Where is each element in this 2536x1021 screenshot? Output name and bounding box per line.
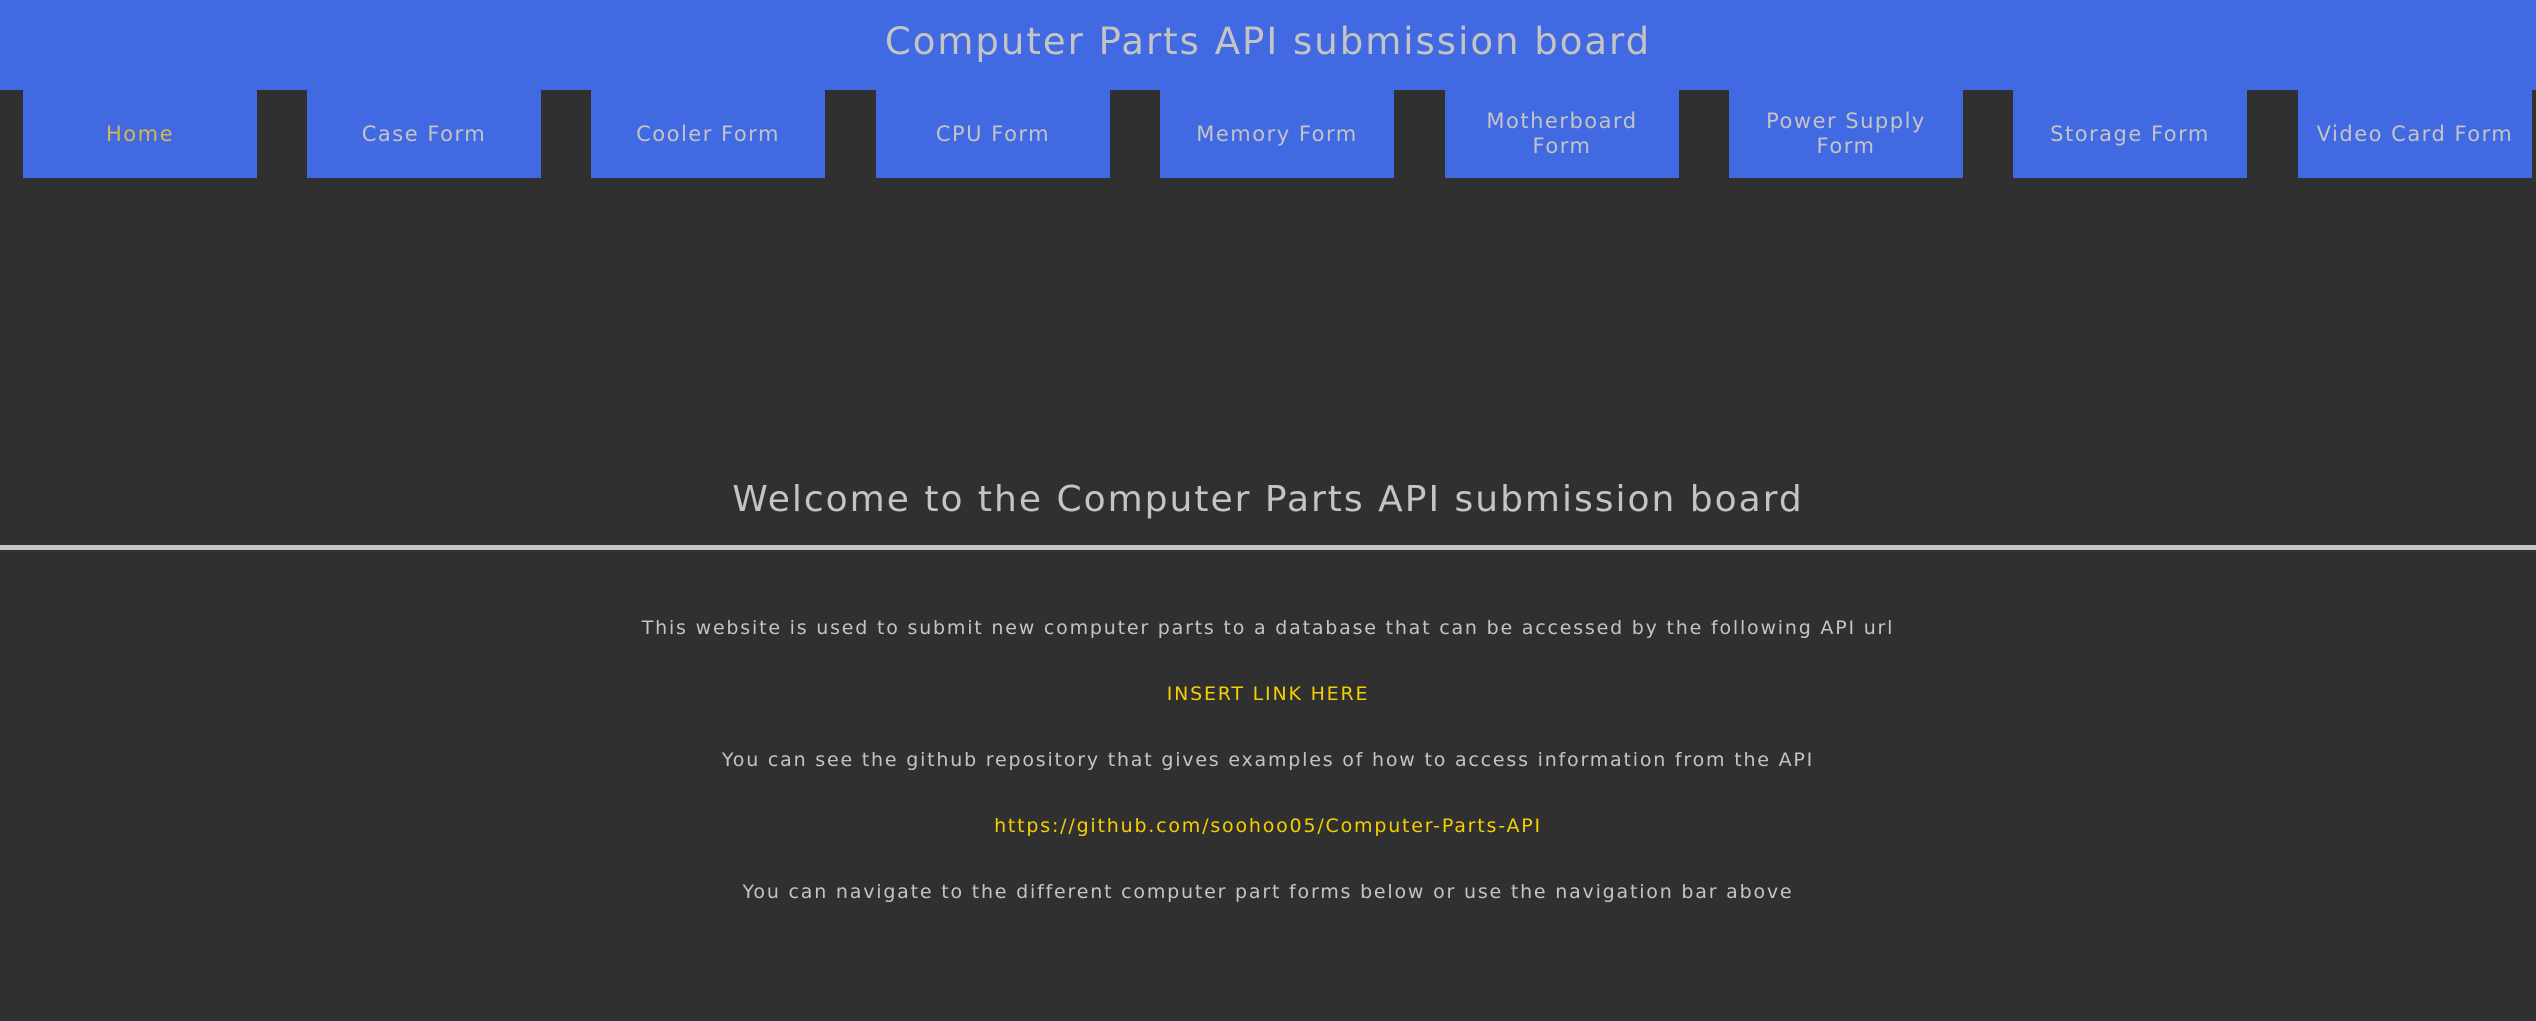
navigate-text: You can navigate to the different comput… [742, 881, 1794, 903]
welcome-heading: Welcome to the Computer Parts API submis… [732, 479, 1804, 520]
api-link-row: INSERT LINK HERE [0, 679, 2536, 709]
nav-home[interactable]: Home [23, 90, 257, 178]
nav-case-form[interactable]: Case Form [307, 90, 541, 178]
api-link[interactable]: INSERT LINK HERE [1167, 683, 1370, 705]
nav-motherboard-form[interactable]: Motherboard Form [1445, 90, 1679, 178]
navigation-bar: Home Case Form Cooler Form CPU Form Memo… [0, 90, 2536, 178]
divider [0, 545, 2536, 550]
nav-storage-form[interactable]: Storage Form [2013, 90, 2247, 178]
nav-cpu-form[interactable]: CPU Form [876, 90, 1110, 178]
github-link[interactable]: https://github.com/soohoo05/Computer-Par… [994, 815, 1542, 837]
nav-cooler-form[interactable]: Cooler Form [591, 90, 825, 178]
nav-power-supply-form[interactable]: Power Supply Form [1729, 90, 1963, 178]
nav-memory-form[interactable]: Memory Form [1160, 90, 1394, 178]
site-title: Computer Parts API submission board [884, 20, 1652, 63]
intro-text: This website is used to submit new compu… [641, 617, 1895, 639]
github-link-row: https://github.com/soohoo05/Computer-Par… [0, 811, 2536, 841]
nav-video-card-form[interactable]: Video Card Form [2298, 90, 2532, 178]
github-text: You can see the github repository that g… [721, 749, 1815, 771]
